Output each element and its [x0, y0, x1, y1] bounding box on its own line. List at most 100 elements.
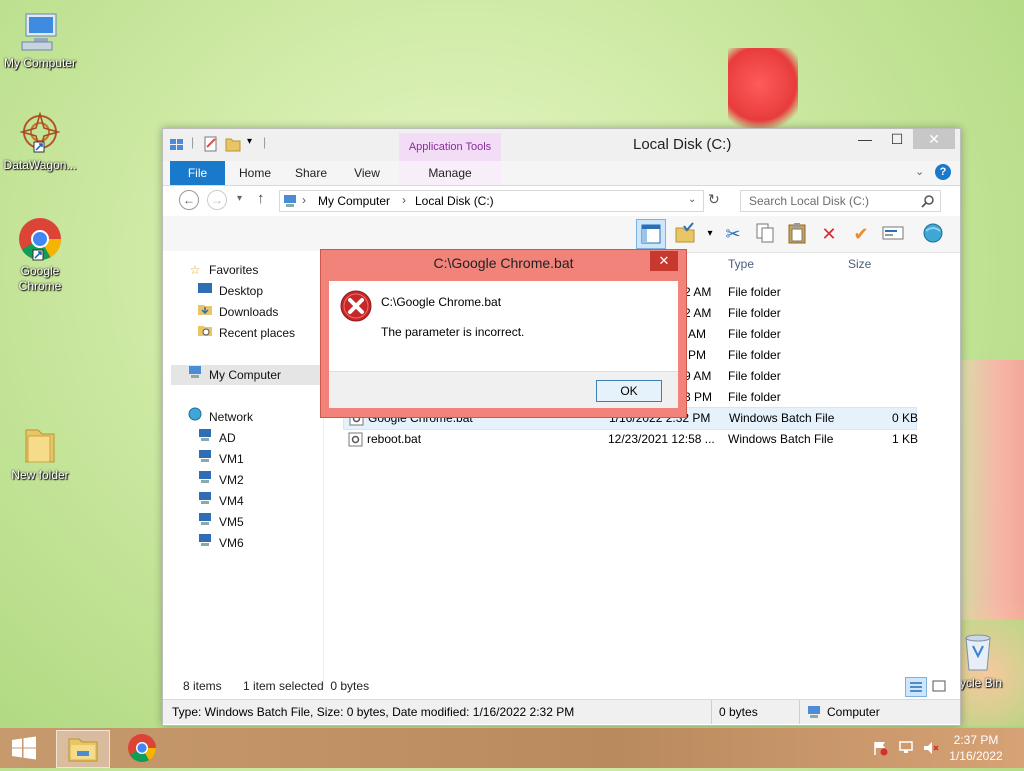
- nav-item-label: AD: [219, 431, 236, 445]
- clock-date: 1/16/2022: [949, 749, 1003, 763]
- network-computer-icon: [197, 512, 213, 532]
- new-folder-icon[interactable]: [225, 135, 241, 153]
- address-dropdown-icon[interactable]: ⌄: [688, 194, 696, 205]
- file-date: 3 PM: [684, 390, 713, 404]
- nav-network-vm2[interactable]: VM2: [197, 470, 244, 490]
- minimize-button[interactable]: —: [849, 129, 881, 149]
- desktop-icon-label: New folder: [11, 468, 69, 482]
- desktop-icon-google-chrome[interactable]: Google Chrome: [0, 216, 80, 294]
- breadcrumb-separator: ›: [302, 193, 306, 207]
- selection-info: 1 item selected 0 bytes: [243, 679, 370, 693]
- nav-item-desktop[interactable]: Desktop: [197, 281, 263, 301]
- wallpaper-accent: [958, 360, 1024, 620]
- item-count: 8 items: [183, 679, 222, 693]
- system-clock[interactable]: 2:37 PM 1/16/2022: [946, 732, 1006, 764]
- nav-item-label: VM6: [219, 536, 244, 550]
- desktop-icon-datawagon[interactable]: DataWagon...: [0, 112, 80, 173]
- recent-locations-icon[interactable]: ▾: [237, 193, 242, 204]
- delete-icon[interactable]: ✕: [817, 222, 841, 246]
- toolbar-dropdown-icon[interactable]: ▾: [698, 222, 722, 246]
- paste-icon[interactable]: [785, 222, 809, 246]
- dialog-close-button[interactable]: ✕: [650, 251, 678, 271]
- ribbon-tabs: File Home Share View Manage ⌄ ?: [163, 161, 960, 186]
- desktop-icon-my-computer[interactable]: My Computer: [0, 10, 80, 71]
- ribbon-expand-icon[interactable]: ⌄: [915, 165, 924, 178]
- tab-share[interactable]: Share: [285, 161, 337, 185]
- search-input[interactable]: Search Local Disk (C:): [740, 190, 941, 212]
- breadcrumb-separator: ›: [402, 193, 406, 207]
- folder-icon: [25, 429, 55, 463]
- breadcrumb-local-disk[interactable]: Local Disk (C:): [415, 194, 494, 208]
- refresh-icon[interactable]: ↻: [708, 191, 720, 208]
- file-type: File folder: [728, 348, 781, 362]
- volume-muted-icon[interactable]: [922, 740, 940, 756]
- maximize-button[interactable]: ☐: [881, 129, 913, 149]
- file-date: PM: [688, 348, 706, 362]
- action-center-flag-icon[interactable]: [872, 740, 890, 756]
- explorer-window: | ▾ | Application Tools Local Disk (C:) …: [162, 128, 961, 726]
- recycle-bin-icon: [965, 634, 991, 671]
- back-button[interactable]: ←: [179, 190, 199, 210]
- window-title: Local Disk (C:): [633, 136, 732, 153]
- globe-icon[interactable]: [921, 222, 945, 246]
- nav-item-label: VM4: [219, 494, 244, 508]
- qat-dropdown-icon[interactable]: ▾: [247, 136, 252, 147]
- large-icons-view-button[interactable]: [929, 677, 949, 695]
- taskbar: 2:37 PM 1/16/2022: [0, 728, 1024, 768]
- command-toolbar: ▾ ✂ ✕ ✔: [163, 216, 960, 253]
- qat-separator: |: [191, 135, 195, 149]
- details-view-button[interactable]: [905, 677, 927, 697]
- nav-network-ad[interactable]: AD: [197, 428, 236, 448]
- file-date: 12/23/2021 12:58 ...: [608, 432, 715, 446]
- file-type: File folder: [728, 327, 781, 341]
- column-header-size[interactable]: Size: [848, 257, 871, 271]
- computer-icon: [21, 13, 57, 51]
- tab-manage[interactable]: Manage: [399, 161, 501, 185]
- close-button[interactable]: ✕: [913, 129, 955, 149]
- preview-pane-icon[interactable]: [636, 219, 666, 249]
- nav-item-recent-places[interactable]: Recent places: [197, 323, 295, 343]
- application-tools-group: Application Tools: [399, 133, 501, 161]
- chrome-icon: [19, 218, 62, 261]
- batch-file-icon: [348, 432, 363, 447]
- check-folder-icon[interactable]: [673, 222, 697, 246]
- forward-button[interactable]: →: [207, 190, 227, 210]
- breadcrumb-my-computer[interactable]: My Computer: [318, 194, 390, 208]
- ok-button[interactable]: OK: [596, 380, 662, 402]
- divider: [711, 700, 712, 724]
- copy-icon[interactable]: [753, 222, 777, 246]
- desktop-icon-new-folder[interactable]: New folder: [0, 424, 80, 483]
- nav-item-label: VM5: [219, 515, 244, 529]
- nav-network[interactable]: Network: [187, 407, 253, 427]
- network-computer-icon: [197, 470, 213, 490]
- nav-network-vm1[interactable]: VM1: [197, 449, 244, 469]
- file-date: 2 AM: [684, 306, 712, 320]
- location-text: Computer: [827, 705, 880, 719]
- rename-check-icon[interactable]: ✔: [849, 222, 873, 246]
- properties-icon[interactable]: [203, 135, 219, 153]
- up-button[interactable]: ↑: [257, 190, 265, 207]
- nav-item-label: Recent places: [219, 326, 296, 340]
- tab-view[interactable]: View: [341, 161, 393, 185]
- nav-network-vm6[interactable]: VM6: [197, 533, 244, 553]
- taskbar-file-explorer[interactable]: [56, 730, 110, 768]
- address-box[interactable]: › My Computer › Local Disk (C:) ⌄: [279, 190, 704, 212]
- help-icon[interactable]: ?: [935, 164, 951, 180]
- desktop-icon: [197, 281, 213, 301]
- properties-toolbar-icon[interactable]: [881, 222, 905, 246]
- dialog-footer: OK: [329, 371, 678, 408]
- taskbar-chrome[interactable]: [116, 730, 168, 766]
- nav-favorites[interactable]: ☆ Favorites: [187, 260, 259, 280]
- tab-home[interactable]: Home: [229, 161, 281, 185]
- nav-network-vm4[interactable]: VM4: [197, 491, 244, 511]
- cut-icon[interactable]: ✂: [721, 222, 745, 246]
- tab-file[interactable]: File: [170, 161, 225, 185]
- nav-item-downloads[interactable]: Downloads: [197, 302, 278, 322]
- nav-network-vm5[interactable]: VM5: [197, 512, 244, 532]
- nav-my-computer[interactable]: My Computer: [171, 365, 323, 385]
- file-row[interactable]: reboot.bat 12/23/2021 12:58 ... Windows …: [343, 429, 918, 450]
- column-header-type[interactable]: Type: [728, 257, 754, 271]
- explorer-window-icon: [170, 139, 183, 150]
- network-status-icon[interactable]: [898, 740, 916, 756]
- start-button[interactable]: [0, 728, 48, 768]
